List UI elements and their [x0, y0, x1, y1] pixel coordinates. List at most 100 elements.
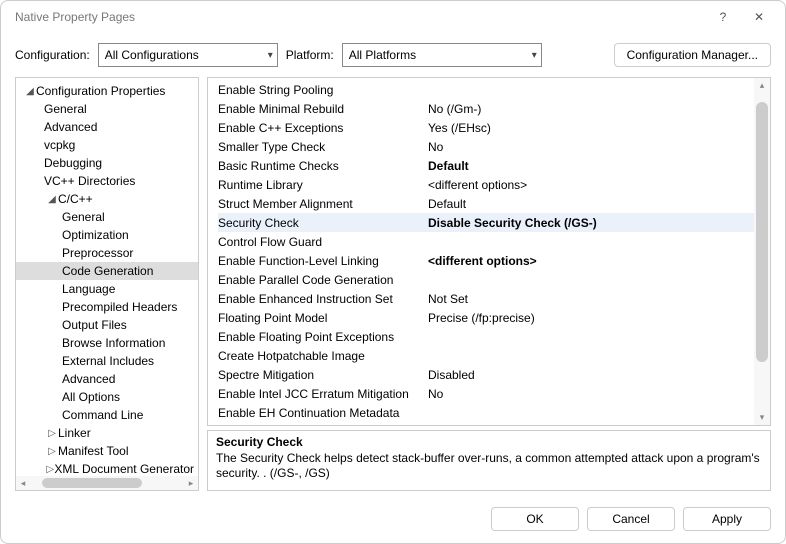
property-row[interactable]: Control Flow Guard — [218, 232, 770, 251]
tree-item[interactable]: Debugging — [16, 154, 198, 172]
property-name: Enable Enhanced Instruction Set — [218, 292, 428, 306]
property-row[interactable]: Enable Floating Point Exceptions — [218, 327, 770, 346]
tree-item-label: XML Document Generator — [54, 462, 194, 476]
property-name: Spectre Mitigation — [218, 368, 428, 382]
tree-item-label: General — [62, 210, 105, 224]
property-row[interactable]: Floating Point ModelPrecise (/fp:precise… — [218, 308, 770, 327]
property-value[interactable]: Yes (/EHsc) — [428, 121, 770, 135]
tree-item-label: Configuration Properties — [36, 84, 165, 98]
platform-dropdown[interactable]: All Platforms ▾ — [342, 43, 542, 67]
property-value[interactable]: Default — [428, 159, 770, 173]
expander-icon[interactable]: ▷ — [46, 464, 54, 475]
description-title: Security Check — [216, 435, 762, 449]
help-button[interactable]: ? — [705, 3, 741, 31]
tree-item[interactable]: Code Generation — [16, 262, 198, 280]
tree-item-label: vcpkg — [44, 138, 75, 152]
tree-item[interactable]: Advanced — [16, 370, 198, 388]
scroll-left-icon: ◂ — [16, 478, 30, 489]
property-value[interactable]: Disable Security Check (/GS-) — [428, 216, 770, 230]
property-value[interactable]: No — [428, 387, 770, 401]
property-row[interactable]: Spectre MitigationDisabled — [218, 365, 770, 384]
property-row[interactable]: Basic Runtime ChecksDefault — [218, 156, 770, 175]
property-value[interactable]: <different options> — [428, 178, 770, 192]
tree-item[interactable]: Preprocessor — [16, 244, 198, 262]
tree-item-label: Browse Information — [62, 336, 165, 350]
tree-item[interactable]: General — [16, 100, 198, 118]
category-tree[interactable]: ◢Configuration PropertiesGeneralAdvanced… — [16, 78, 198, 490]
cancel-button[interactable]: Cancel — [587, 507, 675, 531]
scrollbar-thumb[interactable] — [42, 478, 142, 488]
platform-value: All Platforms — [349, 48, 416, 62]
property-row[interactable]: Enable EH Continuation Metadata — [218, 403, 770, 422]
property-row[interactable]: Security CheckDisable Security Check (/G… — [218, 213, 770, 232]
tree-item-label: Advanced — [44, 120, 97, 134]
property-name: Enable EH Continuation Metadata — [218, 406, 428, 420]
tree-panel: ◢Configuration PropertiesGeneralAdvanced… — [15, 77, 199, 491]
scrollbar-thumb[interactable] — [756, 102, 768, 362]
tree-item-label: Precompiled Headers — [62, 300, 177, 314]
property-row[interactable]: Enable C++ ExceptionsYes (/EHsc) — [218, 118, 770, 137]
property-row[interactable]: Runtime Library<different options> — [218, 175, 770, 194]
property-value[interactable]: Disabled — [428, 368, 770, 382]
property-row[interactable]: Enable Enhanced Instruction SetNot Set — [218, 289, 770, 308]
configuration-manager-button[interactable]: Configuration Manager... — [614, 43, 771, 67]
property-name: Control Flow Guard — [218, 235, 428, 249]
property-value[interactable]: Default — [428, 197, 770, 211]
property-value[interactable]: Precise (/fp:precise) — [428, 311, 770, 325]
property-row[interactable]: Enable Function-Level Linking<different … — [218, 251, 770, 270]
tree-item[interactable]: External Includes — [16, 352, 198, 370]
ok-button[interactable]: OK — [491, 507, 579, 531]
tree-item[interactable]: ◢C/C++ — [16, 190, 198, 208]
tree-item[interactable]: Output Files — [16, 316, 198, 334]
tree-item-label: Preprocessor — [62, 246, 133, 260]
apply-button[interactable]: Apply — [683, 507, 771, 531]
tree-item[interactable]: ◢Configuration Properties — [16, 82, 198, 100]
scroll-up-icon: ▴ — [754, 78, 770, 92]
property-name: Enable Minimal Rebuild — [218, 102, 428, 116]
tree-item[interactable]: Advanced — [16, 118, 198, 136]
horizontal-scrollbar[interactable]: ◂ ▸ — [16, 476, 198, 490]
tree-item[interactable]: Browse Information — [16, 334, 198, 352]
expander-icon[interactable]: ▷ — [46, 428, 58, 439]
tree-item[interactable]: vcpkg — [16, 136, 198, 154]
tree-item[interactable]: Command Line — [16, 406, 198, 424]
property-name: Runtime Library — [218, 178, 428, 192]
property-row[interactable]: Enable Signed Returns — [218, 422, 770, 426]
scrollbar-track[interactable] — [754, 92, 770, 411]
property-row[interactable]: Create Hotpatchable Image — [218, 346, 770, 365]
property-row[interactable]: Enable Parallel Code Generation — [218, 270, 770, 289]
expander-icon[interactable]: ◢ — [46, 194, 58, 205]
tree-item[interactable]: Precompiled Headers — [16, 298, 198, 316]
property-value[interactable]: <different options> — [428, 254, 770, 268]
property-value[interactable]: No (/Gm-) — [428, 102, 770, 116]
tree-item[interactable]: Language — [16, 280, 198, 298]
property-row[interactable]: Enable Intel JCC Erratum MitigationNo — [218, 384, 770, 403]
configuration-value: All Configurations — [105, 48, 199, 62]
configuration-label: Configuration: — [15, 48, 90, 62]
tree-item-label: Manifest Tool — [58, 444, 128, 458]
tree-item-label: Language — [62, 282, 115, 296]
close-button[interactable]: ✕ — [741, 3, 777, 31]
expander-icon[interactable]: ▷ — [46, 446, 58, 457]
tree-item[interactable]: ▷Linker — [16, 424, 198, 442]
tree-item[interactable]: General — [16, 208, 198, 226]
property-value[interactable]: No — [428, 140, 770, 154]
property-rows: Enable String PoolingEnable Minimal Rebu… — [208, 78, 770, 426]
vertical-scrollbar[interactable]: ▴ ▾ — [754, 78, 770, 425]
property-row[interactable]: Enable String Pooling — [218, 80, 770, 99]
tree-item[interactable]: VC++ Directories — [16, 172, 198, 190]
tree-item[interactable]: All Options — [16, 388, 198, 406]
tree-item[interactable]: ▷Manifest Tool — [16, 442, 198, 460]
expander-icon[interactable]: ◢ — [24, 86, 36, 97]
property-name: Enable Intel JCC Erratum Mitigation — [218, 387, 428, 401]
configuration-toolbar: Configuration: All Configurations ▾ Plat… — [1, 33, 785, 77]
property-value[interactable]: Not Set — [428, 292, 770, 306]
property-name: Floating Point Model — [218, 311, 428, 325]
configuration-dropdown[interactable]: All Configurations ▾ — [98, 43, 278, 67]
tree-item[interactable]: Optimization — [16, 226, 198, 244]
tree-item-label: Debugging — [44, 156, 102, 170]
property-row[interactable]: Enable Minimal RebuildNo (/Gm-) — [218, 99, 770, 118]
property-row[interactable]: Smaller Type CheckNo — [218, 137, 770, 156]
property-row[interactable]: Struct Member AlignmentDefault — [218, 194, 770, 213]
property-name: Smaller Type Check — [218, 140, 428, 154]
